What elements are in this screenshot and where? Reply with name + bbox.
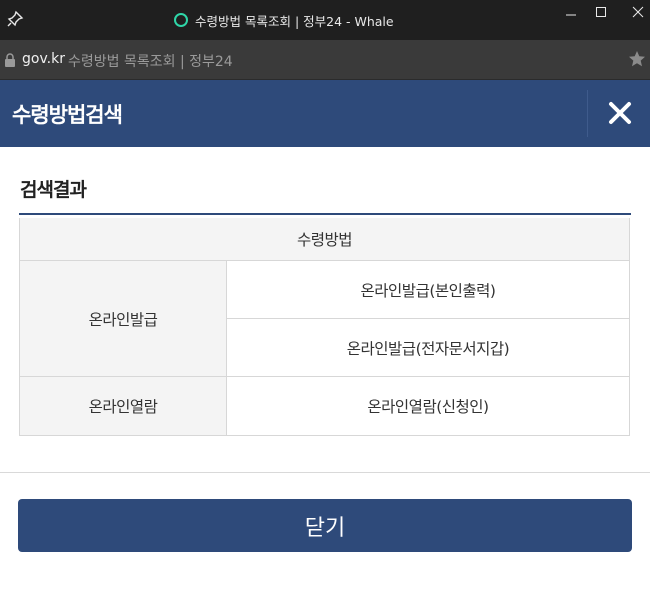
whale-logo-icon	[174, 13, 188, 27]
method-cell[interactable]: 온라인열람(신청인)	[227, 377, 629, 435]
group-label-cell: 온라인발급	[20, 261, 227, 377]
pin-icon[interactable]	[6, 10, 24, 28]
close-button[interactable]: 닫기	[18, 499, 632, 552]
method-cell[interactable]: 온라인발급(본인출력)	[227, 261, 629, 319]
address-bar[interactable]: gov.kr 수령방법 목록조회 | 정부24	[0, 40, 650, 80]
address-page-title: 수령방법 목록조회 | 정부24	[68, 54, 233, 70]
close-icon[interactable]	[598, 91, 642, 135]
section-title: 검색결과	[20, 179, 87, 201]
section-divider	[19, 213, 631, 215]
window-close-icon[interactable]	[620, 0, 650, 30]
address-domain[interactable]: gov.kr	[22, 51, 65, 67]
modal-header: 수령방법검색	[0, 80, 650, 147]
window-title-text: 수령방법 목록조회 | 정부24 - Whale	[195, 13, 394, 29]
lock-icon	[5, 53, 15, 67]
column-header: 수령방법	[20, 218, 629, 261]
bookmark-star-icon[interactable]	[628, 50, 646, 68]
group-label-cell: 온라인열람	[20, 377, 227, 435]
maximize-icon[interactable]	[583, 0, 619, 30]
result-table: 수령방법 온라인발급 온라인발급(본인출력) 온라인발급(전자문서지갑) 온라인…	[19, 218, 630, 436]
method-cell[interactable]: 온라인발급(전자문서지갑)	[227, 319, 629, 377]
footer-divider	[0, 472, 650, 473]
browser-titlebar: 수령방법 목록조회 | 정부24 - Whale	[0, 0, 650, 40]
modal-title: 수령방법검색	[12, 103, 123, 127]
header-divider	[587, 90, 588, 137]
window-title: 수령방법 목록조회 | 정부24 - Whale	[174, 10, 394, 30]
